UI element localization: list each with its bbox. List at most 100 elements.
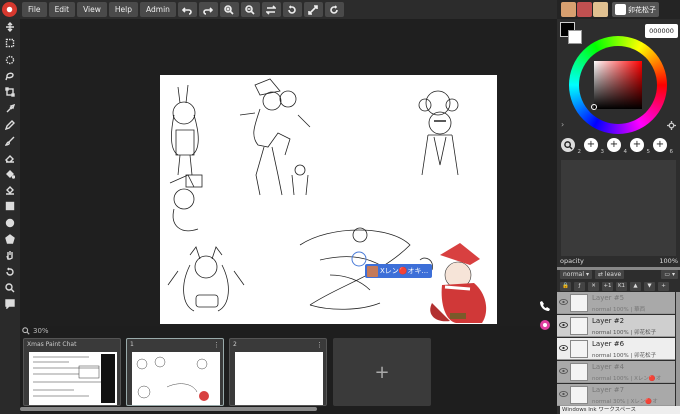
page-thumb-chat[interactable]: Xmas Paint Chat	[23, 338, 121, 406]
canvas-area[interactable]: Xレン🔴オキ...	[20, 19, 557, 330]
layer-scrollbar[interactable]	[676, 292, 680, 406]
brush-preset-active[interactable]: 2	[561, 138, 581, 155]
layer-toolbar: 🔒 ƒ ✕ +1 K1 ▲ ▼ +	[560, 281, 678, 291]
app-logo-icon[interactable]	[2, 2, 17, 17]
opacity-value: 100%	[659, 257, 678, 265]
layer-thumbnail	[570, 340, 588, 358]
brush-number: 5	[646, 149, 651, 155]
color-picker-cursor[interactable]	[591, 104, 597, 110]
visibility-eye-icon[interactable]	[559, 344, 568, 352]
page-thumb-label: 2	[233, 341, 237, 348]
layer-mode-select[interactable]: ⇄ leave	[594, 270, 625, 279]
layer-thumbnail	[570, 317, 588, 335]
brush-preset-4[interactable]: +4	[607, 138, 627, 155]
brush-icon[interactable]	[0, 133, 20, 149]
merge-layer-button[interactable]: +1	[602, 281, 613, 291]
blend-mode-select[interactable]: normal ▾	[560, 270, 592, 279]
voice-call-icon[interactable]	[539, 300, 551, 312]
visibility-eye-icon[interactable]	[559, 367, 568, 375]
chat-bubble-icon[interactable]	[539, 319, 551, 331]
zoom-in-icon[interactable]	[219, 2, 239, 17]
rotate-icon[interactable]	[0, 263, 20, 279]
polygon-icon[interactable]	[0, 231, 20, 247]
blend-mode-value: normal	[563, 271, 585, 278]
horizontal-scrollbar[interactable]	[20, 407, 317, 411]
current-user-avatar	[615, 4, 626, 15]
gradient-icon[interactable]	[0, 182, 20, 198]
zoom-out-icon[interactable]	[240, 2, 260, 17]
visibility-eye-icon[interactable]	[559, 390, 568, 398]
view-menu[interactable]: View	[77, 2, 107, 17]
layer-item[interactable]: Layer #4 normal 100% | Xレン🔴オ	[557, 361, 675, 383]
secondary-color-swatch[interactable]	[568, 30, 582, 44]
move-down-icon[interactable]: ▼	[644, 281, 655, 291]
help-menu[interactable]: Help	[108, 2, 139, 17]
zoom-icon[interactable]	[0, 280, 20, 296]
lock-icon[interactable]: 🔒	[560, 281, 571, 291]
tool-bar	[0, 19, 20, 414]
brush-preset-3[interactable]: +3	[584, 138, 604, 155]
layer-item-selected[interactable]: Layer #6 normal 100% | 卯花松子	[557, 338, 675, 360]
hand-icon[interactable]	[0, 247, 20, 263]
brush-preset-5[interactable]: +5	[630, 138, 650, 155]
visibility-eye-icon[interactable]	[559, 321, 568, 329]
current-user[interactable]: 卯花松子	[612, 2, 659, 17]
fx-icon[interactable]: ƒ	[574, 281, 585, 291]
ellipse-select-icon[interactable]	[0, 52, 20, 68]
move-up-icon[interactable]: ▲	[630, 281, 641, 291]
saturation-value-square[interactable]	[594, 61, 642, 109]
pen-icon[interactable]	[0, 117, 20, 133]
brush-number: 4	[623, 149, 628, 155]
layer-item[interactable]: Layer #2 normal 100% | 卯花松子	[557, 315, 675, 337]
collapse-chevron-icon[interactable]: ›	[561, 120, 564, 129]
redo-icon[interactable]	[198, 2, 218, 17]
edit-menu[interactable]: Edit	[48, 2, 76, 17]
file-menu[interactable]: File	[22, 2, 47, 17]
layer-thumbnail	[570, 294, 588, 312]
layer-item[interactable]: Layer #5 normal 100% | 華西	[557, 292, 675, 314]
layer-name: Layer #2	[592, 317, 625, 325]
bucket-icon[interactable]	[0, 166, 20, 182]
page-thumb-label: 1	[130, 341, 134, 348]
current-user-name: 卯花松子	[628, 5, 656, 14]
zoom-value: 30%	[33, 327, 49, 335]
hex-color-input[interactable]: 000000	[645, 24, 678, 38]
eyedropper-icon[interactable]	[0, 100, 20, 116]
layer-options-button[interactable]: ▭ ▾	[661, 270, 678, 279]
page-strip: Xmas Paint Chat 1 ⋮ 2 ⋮ +	[20, 335, 557, 407]
admin-menu[interactable]: Admin	[140, 2, 176, 17]
user-avatar-2[interactable]	[577, 2, 592, 17]
delete-layer-icon[interactable]: ✕	[588, 281, 599, 291]
settings-gear-icon[interactable]	[667, 121, 676, 130]
drawing-canvas[interactable]	[160, 75, 497, 324]
page-menu-icon[interactable]: ⋮	[316, 341, 323, 349]
page-menu-icon[interactable]: ⋮	[213, 341, 220, 349]
page-thumb-2[interactable]: 2 ⋮	[229, 338, 327, 406]
circle-icon[interactable]	[0, 215, 20, 231]
rotate-right-icon[interactable]	[324, 2, 344, 17]
user-avatar-1[interactable]	[561, 2, 576, 17]
undo-icon[interactable]	[177, 2, 197, 17]
add-icon: +	[655, 139, 665, 150]
brush-preset-6[interactable]: +6	[653, 138, 673, 155]
eraser-icon[interactable]	[0, 149, 20, 165]
layer-item[interactable]: Layer #7 normal 30% | Xレン🔴オ	[557, 384, 675, 406]
add-page-button[interactable]: +	[333, 338, 431, 406]
add-layer-icon[interactable]: +	[658, 281, 669, 291]
chat-icon[interactable]	[0, 296, 20, 312]
zoom-indicator: 30%	[22, 327, 49, 335]
transform-icon[interactable]	[0, 84, 20, 100]
fit-screen-icon[interactable]	[303, 2, 323, 17]
user-tag-label: Xレン🔴オキ...	[380, 267, 429, 275]
combine-layer-button[interactable]: K1	[616, 281, 627, 291]
move-icon[interactable]	[0, 19, 20, 35]
rotate-left-icon[interactable]	[282, 2, 302, 17]
page-thumb-1[interactable]: 1 ⋮	[126, 338, 224, 406]
flip-icon[interactable]	[261, 2, 281, 17]
opacity-row: opacity 100%	[560, 256, 678, 266]
visibility-eye-icon[interactable]	[559, 298, 568, 306]
rect-icon[interactable]	[0, 198, 20, 214]
rect-select-icon[interactable]	[0, 35, 20, 51]
lasso-icon[interactable]	[0, 68, 20, 84]
user-avatar-3[interactable]	[593, 2, 608, 17]
